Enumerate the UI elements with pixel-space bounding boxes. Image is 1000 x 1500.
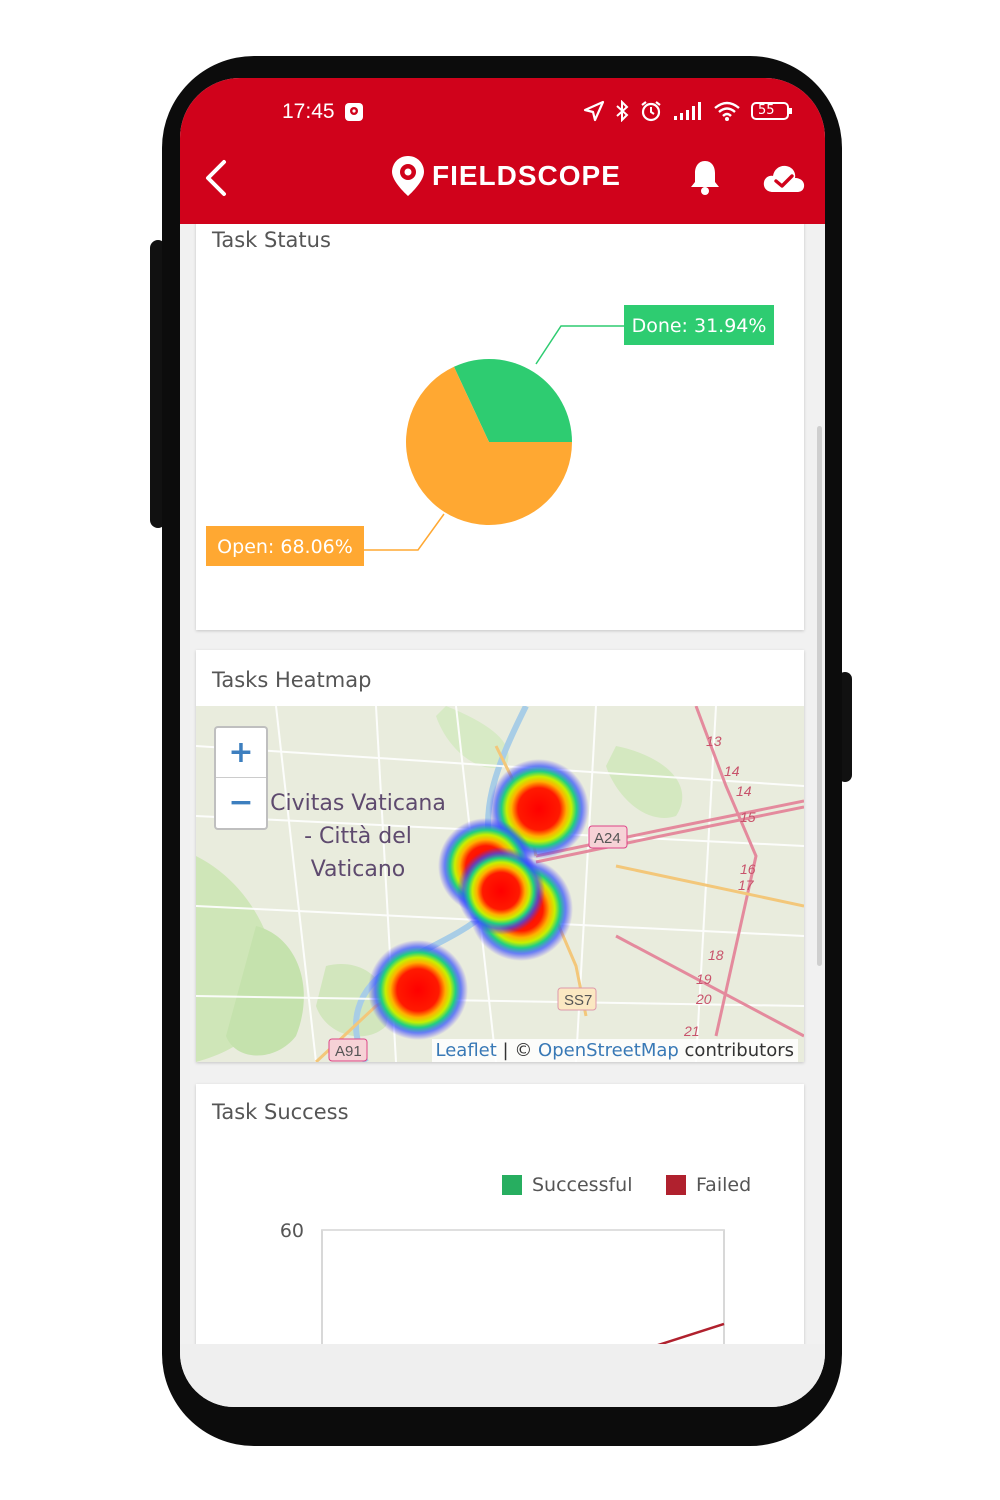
phone-screen: 17:45 55 FIELDSCOPE Task Status Done: 31… xyxy=(180,78,825,1407)
map-place-label: - Città del xyxy=(304,824,412,849)
km-marker: 14 xyxy=(724,763,740,779)
back-button[interactable] xyxy=(202,156,232,200)
location-pin-icon xyxy=(392,156,424,196)
km-marker: 14 xyxy=(736,783,752,799)
attribution-separator: | © xyxy=(496,1040,539,1061)
app-logo: FIELDSCOPE xyxy=(390,154,621,198)
road-label-ss7: SS7 xyxy=(564,992,592,1009)
map-place-label: Civitas Vaticana xyxy=(270,791,446,816)
pie-data-label: Open: 68.06% xyxy=(217,536,353,558)
scrollbar[interactable] xyxy=(817,426,822,966)
pie-leader-line xyxy=(535,325,624,365)
km-marker: 20 xyxy=(695,991,712,1007)
pie-data-label: Done: 31.94% xyxy=(632,315,767,337)
km-marker: 17 xyxy=(738,877,755,893)
sync-button[interactable] xyxy=(762,162,806,198)
dashboard-content[interactable]: Task Status Done: 31.94% Open: 68.06% Tas… xyxy=(180,224,825,1344)
km-marker: 16 xyxy=(740,861,756,877)
status-icons: 55 xyxy=(583,100,793,122)
tasks-heatmap-title: Tasks Heatmap xyxy=(212,668,372,692)
battery-icon: 55 xyxy=(751,100,793,122)
road-label-a91: A91 xyxy=(335,1043,362,1060)
km-marker: 18 xyxy=(708,947,724,963)
leaflet-link[interactable]: Leaflet xyxy=(436,1040,497,1061)
attribution-suffix: contributors xyxy=(678,1040,794,1061)
openstreetmap-link[interactable]: OpenStreetMap xyxy=(538,1040,679,1061)
map-attribution: Leaflet | © OpenStreetMap contributors xyxy=(431,1039,798,1062)
navigation-bar xyxy=(180,1344,825,1407)
tasks-heatmap-card: Tasks Heatmap A24 SS7 A91 13 14 14 15 16… xyxy=(196,650,804,1062)
bell-icon xyxy=(691,161,719,195)
status-time: 17:45 xyxy=(282,100,335,123)
map-tiles: A24 SS7 A91 13 14 14 15 16 17 18 19 20 2… xyxy=(196,706,804,1062)
km-marker: 15 xyxy=(740,809,756,825)
battery-level: 55 xyxy=(758,103,775,118)
plot-frame xyxy=(321,1229,725,1344)
signal-icon xyxy=(673,101,703,121)
task-success-line-chart: 6040Values xyxy=(241,1220,725,1344)
pie-leader-line xyxy=(364,513,445,551)
zoom-in-button[interactable]: + xyxy=(216,728,266,778)
map-place-label: Vaticano xyxy=(311,857,406,882)
alarm-icon xyxy=(639,100,663,122)
km-marker: 13 xyxy=(706,733,722,749)
map-zoom-control: + − xyxy=(214,726,268,830)
km-marker: 19 xyxy=(696,971,712,987)
series-line-failed[interactable] xyxy=(372,1322,725,1344)
bluetooth-icon xyxy=(615,100,629,122)
heatmap-map[interactable]: A24 SS7 A91 13 14 14 15 16 17 18 19 20 2… xyxy=(196,706,804,1062)
task-status-card: Task Status Done: 31.94% Open: 68.06% xyxy=(196,224,804,630)
task-status-pie-chart: Done: 31.94% Open: 68.06% xyxy=(206,305,774,566)
location-icon xyxy=(583,100,605,122)
wifi-icon xyxy=(713,100,741,122)
road-label-a24: A24 xyxy=(594,830,621,847)
notifications-button[interactable] xyxy=(688,158,722,200)
app-header: 17:45 55 FIELDSCOPE xyxy=(180,78,825,224)
cloud-check-icon xyxy=(763,165,805,192)
back-icon xyxy=(206,160,226,196)
task-success-card: Task Success Successful Failed 6040Value… xyxy=(196,1084,804,1344)
brand-name: FIELDSCOPE xyxy=(432,160,621,191)
y-tick-label: 60 xyxy=(280,1220,304,1242)
km-marker: 21 xyxy=(683,1023,700,1039)
notification-icon xyxy=(344,102,364,126)
zoom-out-button[interactable]: − xyxy=(216,778,266,827)
